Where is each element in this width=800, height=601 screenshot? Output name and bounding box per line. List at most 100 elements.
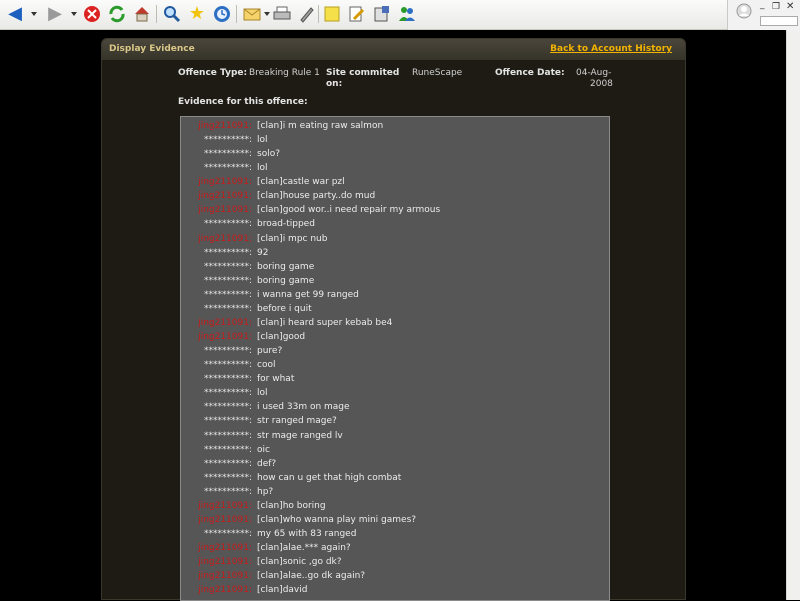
chat-message: i wanna get 99 ranged (257, 289, 359, 300)
chat-sender: **********: (203, 472, 252, 483)
chat-message: 92 (257, 247, 269, 258)
chat-message: oic (257, 444, 270, 455)
chat-line: jing211091: [clan]i heard super kebab be4 (181, 316, 609, 330)
chat-message: [clan]alae..go dk again? (257, 571, 366, 582)
chat-message: hp? (257, 486, 274, 497)
chat-line: **********: str mage ranged lv (181, 429, 609, 443)
chat-line: jing211091: [clan]sonic ,go dk? (181, 555, 609, 569)
favorites-star-icon[interactable]: ★ (187, 4, 207, 24)
offence-type-value: Breaking Rule 1 (249, 68, 320, 78)
print-icon[interactable] (272, 4, 292, 24)
research-icon[interactable] (347, 4, 367, 24)
chat-sender: **********: (203, 416, 252, 427)
home-icon[interactable] (132, 4, 152, 24)
site-value: RuneScape (412, 68, 463, 78)
chat-line: jing211091: [clan]i m eating raw salmon (181, 119, 609, 133)
chat-line: **********: 92 (181, 246, 609, 260)
chat-line: **********: lol (181, 386, 609, 400)
chat-sender: **********: (203, 444, 252, 455)
restore-icon[interactable]: ❐ (772, 2, 780, 12)
back-to-account-history-link[interactable]: Back to Account History (550, 44, 672, 54)
chat-sender: **********: (203, 486, 252, 497)
search-icon[interactable] (162, 4, 182, 24)
chat-message: i used 33m on mage (257, 402, 350, 413)
page-scrollbar[interactable] (786, 30, 800, 600)
chat-sender: jing211091: (198, 205, 252, 216)
chat-sender: jing211091: (198, 557, 252, 568)
note-icon[interactable] (322, 4, 342, 24)
chat-message: [clan]i heard super kebab be4 (257, 317, 393, 328)
back-arrow-icon[interactable]: ◀ (5, 4, 25, 24)
chat-line: **********: boring game (181, 260, 609, 274)
chat-message: [clan]alae.*** again? (257, 543, 351, 554)
search-box[interactable] (760, 16, 798, 26)
forward-arrow-icon[interactable]: ▶ (45, 4, 65, 24)
close-icon[interactable]: ✕ (786, 1, 794, 12)
chat-sender: **********: (203, 261, 252, 272)
chat-sender: jing211091: (198, 317, 252, 328)
chat-log: jing211091: [clan]i m eating raw salmon **… (180, 116, 610, 601)
refresh-icon[interactable] (107, 4, 127, 24)
edit-icon[interactable] (297, 4, 317, 24)
chat-sender: **********: (203, 374, 252, 385)
back-dropdown-icon[interactable] (31, 12, 37, 16)
chat-line: **********: for what (181, 372, 609, 386)
chat-sender: **********: (203, 458, 252, 469)
mail-icon[interactable] (242, 4, 262, 24)
chat-sender: jing211091: (198, 500, 252, 511)
chat-message: for what (257, 374, 295, 385)
chat-sender: **********: (203, 529, 252, 540)
chat-line: **********: solo? (181, 147, 609, 161)
user-avatar-icon[interactable] (736, 3, 752, 23)
chat-sender: **********: (203, 360, 252, 371)
chat-sender: **********: (203, 247, 252, 258)
chat-line: jing211091: [clan]good wor..i need repair… (181, 203, 609, 217)
offence-date-line1: 04-Aug- (576, 68, 612, 78)
chat-message: boring game (257, 275, 315, 286)
chat-sender: jing211091: (198, 543, 252, 554)
chat-line: **********: oic (181, 443, 609, 457)
chat-line: jing211091: [clan]david (181, 583, 609, 597)
chat-sender: **********: (203, 388, 252, 399)
history-icon[interactable] (212, 4, 232, 24)
chat-sender: **********: (203, 430, 252, 441)
forward-dropdown-icon[interactable] (71, 12, 77, 16)
toolbar-separator (236, 5, 237, 23)
panel-title: Display Evidence (109, 44, 195, 54)
chat-message: how can u get that high combat (257, 472, 402, 483)
chat-message: lol (257, 163, 268, 174)
chat-line: **********: my 65 with 83 ranged (181, 527, 609, 541)
chat-message: [clan]sonic ,go dk? (257, 557, 342, 568)
chat-line: jing211091: [clan]i mpc nub (181, 232, 609, 246)
chat-sender: jing211091: (198, 514, 252, 525)
chat-sender: jing211091: (198, 585, 252, 596)
chat-line: **********: how can u get that high comba… (181, 471, 609, 485)
chat-message: [clan]who wanna play mini games? (257, 514, 417, 525)
chat-message: str mage ranged lv (257, 430, 343, 441)
chat-line: **********: boring game (181, 274, 609, 288)
stop-icon[interactable] (82, 4, 102, 24)
chat-line: jing211091: [clan]house party..do mud (181, 189, 609, 203)
tools-icon[interactable] (372, 4, 392, 24)
chat-message: [clan]castle war pzl (257, 177, 345, 188)
chat-message: boring game (257, 261, 315, 272)
chat-line: **********: i used 33m on mage (181, 400, 609, 414)
chat-line: **********: hp? (181, 485, 609, 499)
chat-line: jing211091: [clan]ho boring (181, 499, 609, 513)
chat-sender: jing211091: (198, 191, 252, 202)
minimize-icon[interactable]: _ (760, 0, 765, 10)
chat-message: my 65 with 83 ranged (257, 529, 357, 540)
chat-sender: jing211091: (198, 177, 252, 188)
chat-line: jing211091: [clan]castle war pzl (181, 175, 609, 189)
mail-dropdown-icon[interactable] (264, 12, 270, 16)
messenger-icon[interactable] (397, 4, 417, 24)
chat-message: lol (257, 135, 268, 146)
evidence-panel: Display Evidence Back to Account History… (101, 38, 686, 601)
chat-sender: **********: (203, 402, 252, 413)
chat-sender: **********: (203, 275, 252, 286)
chat-sender: **********: (203, 219, 252, 230)
chat-message: lol (257, 388, 268, 399)
chat-message: [clan]i m eating raw salmon (257, 121, 384, 131)
chat-line: **********: i wanna get 99 ranged (181, 288, 609, 302)
chat-message: solo? (257, 149, 280, 160)
